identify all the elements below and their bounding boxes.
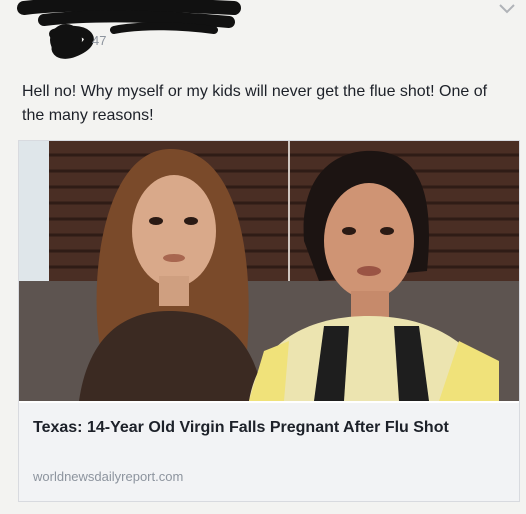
post-message: Hell no! Why myself or my kids will neve…	[22, 83, 488, 124]
social-post: 47 Hell no! Why myself or my kids will n…	[0, 0, 526, 514]
link-domain: worldnewsdailyreport.com	[33, 469, 184, 484]
link-preview-footer[interactable]: Texas: 14-Year Old Virgin Falls Pregnant…	[19, 403, 519, 501]
link-title[interactable]: Texas: 14-Year Old Virgin Falls Pregnant…	[33, 417, 513, 439]
post-header: 47	[0, 0, 526, 68]
link-preview-card[interactable]: Texas: 14-Year Old Virgin Falls Pregnant…	[18, 140, 520, 502]
chevron-down-icon[interactable]	[496, 2, 518, 16]
post-timestamp: 47	[92, 33, 107, 48]
article-photo[interactable]	[19, 141, 519, 401]
redaction-scribble	[17, 0, 241, 59]
